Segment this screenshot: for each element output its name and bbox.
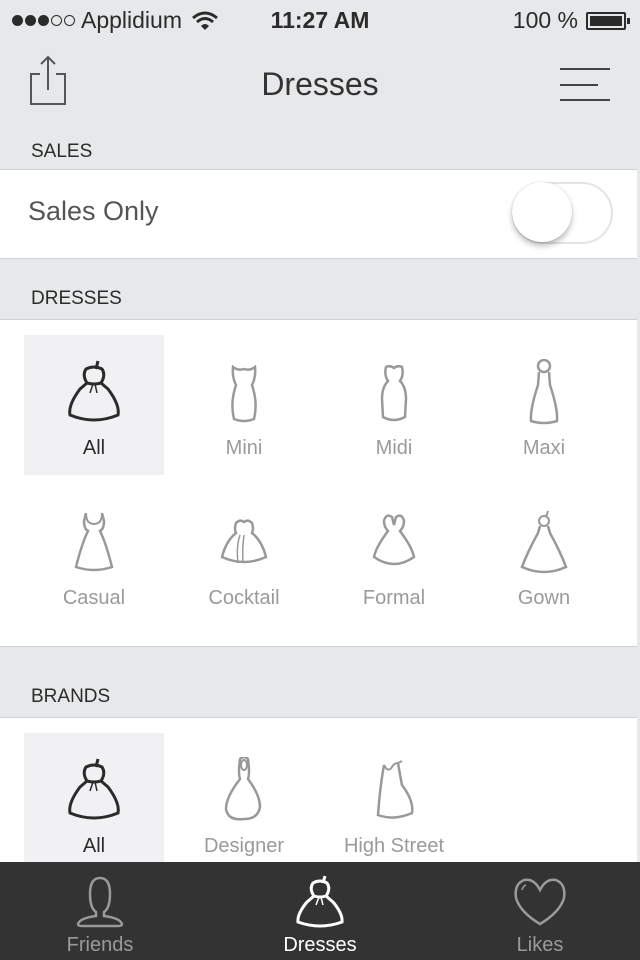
brand-tile-label: Designer — [203, 835, 285, 857]
dress-cocktail-icon — [220, 519, 268, 564]
heart-icon — [514, 878, 566, 926]
dress-tile-maxi[interactable]: Maxi — [474, 335, 614, 475]
dress-tile-label: Gown — [517, 587, 571, 609]
tab-label: Likes — [516, 934, 564, 956]
sales-panel: Sales Only — [0, 169, 637, 259]
brands-panel: All Designer High Street — [0, 717, 637, 873]
dress-tile-label: Midi — [375, 437, 413, 459]
tab-dresses[interactable]: Dresses — [220, 862, 420, 960]
dress-casual-icon — [74, 512, 114, 572]
dress-mini-icon — [231, 364, 257, 423]
dress-midi-icon — [380, 364, 408, 422]
section-header-sales: SALES — [31, 141, 93, 162]
brand-tile-high-street[interactable]: High Street — [324, 733, 464, 873]
dress-all-icon — [68, 758, 120, 820]
brand-tile-all[interactable]: All — [24, 733, 164, 873]
dress-high-street-icon — [376, 760, 414, 819]
tab-label: Friends — [66, 934, 134, 956]
battery-percent: 100 % — [512, 7, 578, 33]
dress-all-icon — [68, 360, 120, 422]
tab-label: Dresses — [283, 934, 357, 956]
brand-tile-designer[interactable]: Designer — [174, 733, 314, 873]
dress-tile-label: Cocktail — [208, 587, 280, 609]
brand-tile-label: High Street — [343, 835, 445, 857]
nav-bar: Dresses — [0, 40, 640, 128]
status-bar: Applidium 11:27 AM 100 % — [0, 0, 640, 40]
dress-icon — [296, 875, 344, 928]
dresses-grid: All Mini Midi Maxi Casual Cocktail Forma… — [24, 335, 614, 625]
dress-tile-casual[interactable]: Casual — [24, 485, 164, 625]
battery-icon — [586, 11, 630, 30]
menu-icon[interactable] — [558, 66, 614, 102]
dress-tile-label: Maxi — [522, 437, 566, 459]
brand-tile-label: All — [82, 835, 106, 857]
person-icon — [76, 876, 124, 928]
section-header-brands: BRANDS — [31, 686, 111, 707]
sales-only-label: Sales Only — [28, 196, 159, 226]
tab-likes[interactable]: Likes — [440, 862, 640, 960]
dress-tile-label: Mini — [225, 437, 263, 459]
dress-formal-icon — [372, 514, 416, 566]
dress-tile-cocktail[interactable]: Cocktail — [174, 485, 314, 625]
dress-tile-label: All — [82, 437, 106, 459]
dress-tile-formal[interactable]: Formal — [324, 485, 464, 625]
dress-designer-icon — [224, 757, 262, 821]
brands-grid: All Designer High Street — [24, 733, 614, 873]
dress-tile-gown[interactable]: Gown — [474, 485, 614, 625]
page-title: Dresses — [261, 66, 379, 102]
sales-only-toggle[interactable] — [512, 182, 613, 244]
dresses-panel: All Mini Midi Maxi Casual Cocktail Forma… — [0, 319, 637, 647]
dress-tile-label: Formal — [362, 587, 426, 609]
dress-tile-mini[interactable]: Mini — [174, 335, 314, 475]
dress-maxi-icon — [529, 359, 559, 425]
status-right: 100 % — [513, 7, 630, 34]
toggle-knob[interactable] — [512, 182, 572, 242]
dress-tile-midi[interactable]: Midi — [324, 335, 464, 475]
dress-gown-icon — [520, 510, 568, 574]
dress-tile-label: Casual — [62, 587, 126, 609]
tab-friends[interactable]: Friends — [0, 862, 200, 960]
tab-bar: Friends Dresses Likes — [0, 862, 640, 960]
section-header-dresses: DRESSES — [31, 288, 122, 309]
dress-tile-all[interactable]: All — [24, 335, 164, 475]
